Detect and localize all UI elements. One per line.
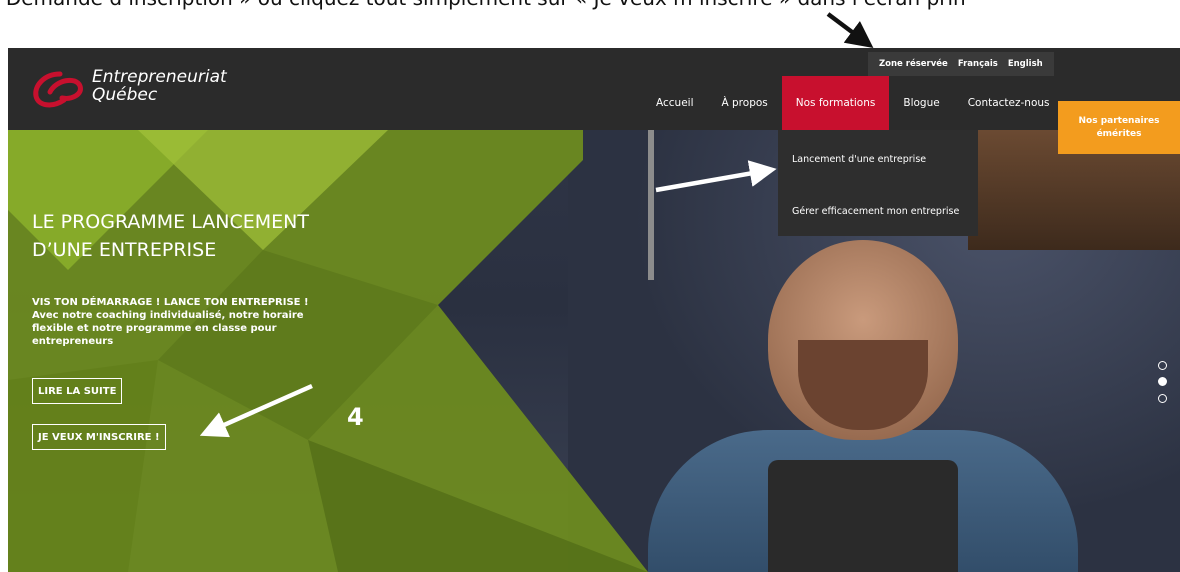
annotation-arrow-icon bbox=[826, 12, 874, 49]
annotation-arrows bbox=[199, 12, 874, 438]
annotation-arrow-icon bbox=[199, 383, 313, 438]
annotation-arrow-icon bbox=[655, 160, 777, 193]
